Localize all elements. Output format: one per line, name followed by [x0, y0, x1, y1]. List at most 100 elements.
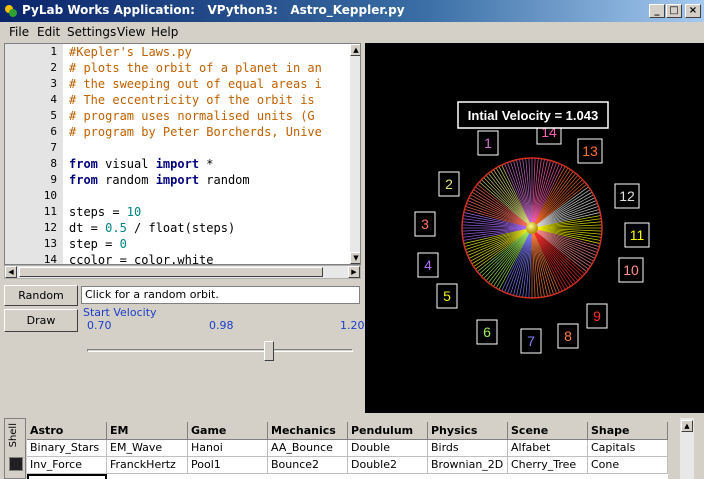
line-number: 12	[43, 221, 57, 234]
grid-scroll-up-icon[interactable]: ▲	[681, 420, 693, 432]
scroll-down-icon[interactable]: ▼	[350, 252, 360, 264]
orbit-scene-svg: 1234567 891011121314 Intial Velocity = 1.…	[414, 101, 650, 354]
editor-horizontal-scrollbar[interactable]: ◀ ▶	[4, 265, 361, 279]
line-number: 9	[50, 173, 57, 186]
line-number: 6	[50, 125, 57, 138]
grid-header-physics[interactable]: Physics	[428, 422, 508, 440]
grid-cell[interactable]: Cone	[588, 457, 668, 474]
grid-cell[interactable]: Binary_Stars	[27, 440, 107, 457]
code-text: ccolor = color.white	[69, 253, 214, 265]
maximize-button[interactable]: □	[666, 4, 682, 18]
grid-selection-outline	[27, 474, 107, 479]
line-number: 2	[50, 61, 57, 74]
slider-max-label: 1.20	[340, 319, 365, 332]
menu-help[interactable]: Help	[151, 25, 178, 39]
velocity-label: Intial Velocity = 1.043	[468, 108, 598, 123]
orbit-step-label: 11	[630, 227, 645, 243]
grid-cell[interactable]: Hanoi	[188, 440, 268, 457]
grid-cell[interactable]: FranckHertz	[107, 457, 188, 474]
line-number: 10	[43, 189, 57, 202]
code-editor[interactable]: 1 #Kepler's Laws.py 2 # plots the orbit of …	[4, 43, 361, 265]
orbit-step-label: 7	[527, 333, 535, 349]
grid-cell[interactable]: AA_Bounce	[268, 440, 348, 457]
orbit-step-label: 9	[593, 308, 601, 324]
grid-cell[interactable]: Double2	[348, 457, 428, 474]
scroll-up-icon[interactable]: ▲	[350, 44, 360, 56]
grid-cell[interactable]: Capitals	[588, 440, 668, 457]
vpython-scene[interactable]: 1 2 3 4 5 6 7 8 9 10 11 12 13 14 Intial Velocity = 1.…	[365, 43, 704, 413]
code-text: steps = 10	[69, 205, 142, 219]
grid-header-mechanics[interactable]: Mechanics	[268, 422, 348, 440]
grid-cell[interactable]: Bounce2	[268, 457, 348, 474]
random-button[interactable]: Random	[4, 285, 78, 306]
orbit-step-label: 4	[424, 257, 432, 273]
info-text-field[interactable]: Click for a random orbit.	[81, 286, 360, 304]
line-number: 13	[43, 237, 57, 250]
orbit-step-label: 1	[484, 135, 492, 151]
grid-header-scene[interactable]: Scene	[508, 422, 588, 440]
window-title: PyLab Works Application: VPython3: Astro…	[22, 3, 405, 17]
line-number: 11	[43, 205, 57, 218]
code-text: from visual import *	[69, 157, 214, 171]
slider-track[interactable]	[87, 349, 353, 352]
orbit-step-label: 8	[564, 328, 572, 344]
code-text: # The eccentricity of the orbit is	[69, 93, 315, 107]
menu-view[interactable]: View	[117, 25, 145, 39]
grid-cell[interactable]: Double	[348, 440, 428, 457]
terminal-icon	[9, 457, 23, 471]
shell-tab[interactable]: Shell	[4, 418, 26, 479]
slider-mid-label: 0.98	[209, 319, 234, 332]
grid-cell[interactable]: Birds	[428, 440, 508, 457]
draw-button[interactable]: Draw	[4, 309, 78, 332]
grid-cell[interactable]: Inv_Force	[27, 457, 107, 474]
slider-thumb[interactable]	[264, 341, 275, 361]
orbit-step-label: 6	[483, 324, 491, 340]
demo-grid: Astro EM Game Mechanics Pendulum Physics Scene…	[27, 422, 668, 479]
grid-cell[interactable]: EM_Wave	[107, 440, 188, 457]
code-text: from random import random	[69, 173, 250, 187]
minimize-button[interactable]: _	[649, 4, 665, 18]
menu-edit[interactable]: Edit	[37, 25, 60, 39]
line-number: 14	[43, 253, 57, 265]
menu-file[interactable]: File	[9, 25, 29, 39]
orbit-step-label: 3	[421, 216, 429, 232]
orbit-step-label: 2	[445, 176, 453, 192]
editor-vertical-scrollbar[interactable]: ▲ ▼	[350, 44, 360, 264]
slider-min-label: 0.70	[87, 319, 112, 332]
orbit-step-label: 12	[619, 188, 635, 204]
grid-cell[interactable]: Cherry_Tree	[508, 457, 588, 474]
grid-header-game[interactable]: Game	[188, 422, 268, 440]
grid-header-shape[interactable]: Shape	[588, 422, 668, 440]
line-number: 8	[50, 157, 57, 170]
line-number: 3	[50, 77, 57, 90]
menu-settings[interactable]: Settings	[67, 25, 116, 39]
grid-cell[interactable]: Pool1	[188, 457, 268, 474]
shell-tab-label: Shell	[8, 423, 19, 448]
line-number: 1	[50, 45, 57, 58]
grid-cell[interactable]: Brownian_2D	[428, 457, 508, 474]
scroll-left-icon[interactable]: ◀	[5, 266, 17, 278]
grid-header-pendulum[interactable]: Pendulum	[348, 422, 428, 440]
code-text: dt = 0.5 / float(steps)	[69, 221, 236, 235]
grid-vertical-scrollbar[interactable]: ▲	[680, 418, 694, 479]
sun-sphere	[526, 222, 538, 234]
menu-bar: File Edit Settings View Help	[0, 22, 704, 41]
orbit-step-label: 10	[623, 262, 639, 278]
title-bar: PyLab Works Application: VPython3: Astro…	[0, 0, 704, 22]
line-number: 4	[50, 93, 57, 106]
line-number: 5	[50, 109, 57, 122]
code-text: # program by Peter Borcherds, Unive	[69, 125, 322, 139]
grid-header-astro[interactable]: Astro	[27, 422, 107, 440]
close-button[interactable]: ×	[685, 4, 701, 18]
line-number: 7	[50, 141, 57, 154]
code-text: # plots the orbit of a planet in an	[69, 61, 322, 75]
code-text: # program uses normalised units (G	[69, 109, 315, 123]
code-text: # the sweeping out of equal areas i	[69, 77, 322, 91]
grid-cell[interactable]: Alfabet	[508, 440, 588, 457]
horizontal-scroll-thumb[interactable]	[19, 267, 323, 277]
code-text: step = 0	[69, 237, 127, 251]
scroll-right-icon[interactable]: ▶	[348, 266, 360, 278]
grid-header-em[interactable]: EM	[107, 422, 188, 440]
orbit-step-label: 5	[443, 288, 451, 304]
app-icon	[5, 5, 17, 17]
